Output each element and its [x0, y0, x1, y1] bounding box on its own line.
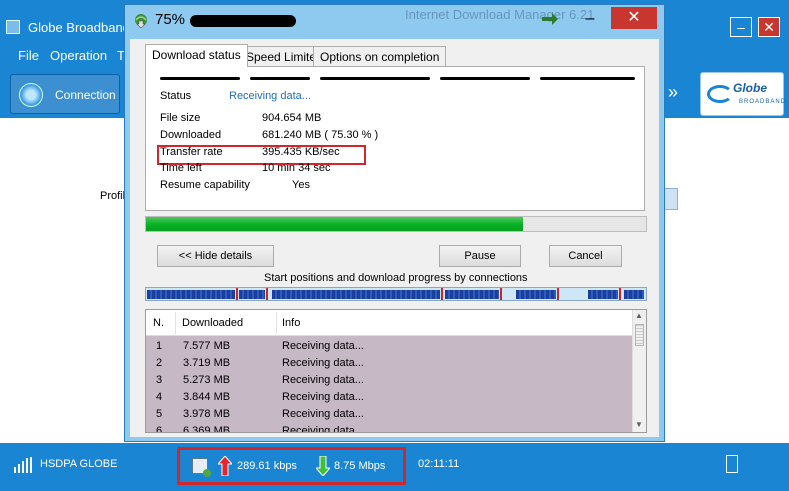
- hide-details-button[interactable]: << Hide details: [157, 245, 274, 267]
- row-number: 2: [156, 357, 163, 369]
- row-downloaded: 3.844 MB: [183, 391, 231, 403]
- downloaded-value: 681.240 MB ( 75.30 % ): [262, 129, 379, 141]
- row-number: 3: [156, 374, 163, 386]
- row-downloaded: 5.273 MB: [183, 374, 231, 386]
- col-header-downloaded[interactable]: Downloaded: [182, 317, 243, 329]
- redacted-url: [160, 74, 635, 83]
- row-info: Receiving data...: [282, 357, 364, 369]
- time-left-label: Time left: [160, 162, 202, 174]
- row-info: Receiving data...: [282, 374, 364, 386]
- menu-file[interactable]: File: [18, 48, 39, 63]
- row-info: Receiving data...: [282, 340, 364, 352]
- chevron-right-icon[interactable]: »: [668, 82, 678, 103]
- col-header-info[interactable]: Info: [282, 317, 300, 329]
- idm-close-button[interactable]: ✕: [611, 7, 657, 29]
- statusbar-button[interactable]: [726, 455, 738, 473]
- download-status-panel: Status Receiving data... File size 904.6…: [145, 66, 645, 211]
- idm-client-area: Download status Speed Limiter Options on…: [130, 39, 659, 437]
- globe-logo-sub: BROADBAND: [739, 99, 787, 105]
- status-label: Status: [160, 90, 192, 102]
- globe-statusbar: HSDPA GLOBE 289.61 kbps 8.75 Mbps 02:11:…: [0, 443, 789, 491]
- connection-button[interactable]: Connection: [10, 74, 120, 114]
- table-row[interactable]: 3 5.273 MB Receiving data...: [146, 372, 632, 389]
- network-name: HSDPA GLOBE: [40, 458, 118, 470]
- status-value: Receiving data...: [229, 90, 311, 102]
- tab-download-status[interactable]: Download status: [145, 44, 248, 67]
- connections-table-body: 1 7.577 MB Receiving data... 2 3.719 MB …: [146, 336, 632, 433]
- connection-icon: [19, 83, 43, 107]
- connections-progress-bar: [145, 287, 647, 301]
- row-downloaded: 3.978 MB: [183, 408, 231, 420]
- traffic-highlight-box: 289.61 kbps 8.75 Mbps: [177, 447, 406, 485]
- table-row[interactable]: 5 3.978 MB Receiving data...: [146, 406, 632, 423]
- globe-minimize-button[interactable]: –: [730, 17, 752, 37]
- row-number: 4: [156, 391, 163, 403]
- row-info: Receiving data...: [282, 425, 364, 433]
- idm-titlebar: 75% Internet Download Manager 6.21 – ✕: [125, 5, 664, 35]
- connection-label: Connection: [55, 88, 116, 102]
- row-number: 6: [156, 425, 163, 433]
- file-size-value: 904.654 MB: [262, 112, 322, 124]
- row-downloaded: 7.577 MB: [183, 340, 231, 352]
- resume-capability-value: Yes: [292, 179, 310, 191]
- idm-window-title: Internet Download Manager 6.21: [405, 7, 595, 22]
- idm-download-dialog: 75% Internet Download Manager 6.21 – ✕ D…: [124, 4, 665, 442]
- connections-caption: Start positions and download progress by…: [264, 272, 528, 284]
- modem-device-icon: [192, 458, 211, 477]
- cancel-button[interactable]: Cancel: [549, 245, 622, 267]
- scroll-up-icon[interactable]: ▲: [635, 311, 643, 320]
- time-left-value: 10 min 34 sec: [262, 162, 331, 174]
- globe-app-title: Globe Broadband: [28, 20, 130, 35]
- row-downloaded: 3.719 MB: [183, 357, 231, 369]
- red-up-arrow-icon: [218, 456, 232, 476]
- upload-speed: 289.61 kbps: [237, 460, 297, 472]
- idm-globe-icon: [135, 14, 147, 28]
- connections-table: N. Downloaded Info 1 7.577 MB Receiving …: [145, 309, 647, 433]
- restore-arrow-icon[interactable]: [540, 10, 560, 28]
- redacted-filename: [190, 15, 296, 27]
- tab-options-on-completion[interactable]: Options on completion: [313, 46, 447, 66]
- row-info: Receiving data...: [282, 391, 364, 403]
- table-row[interactable]: 1 7.577 MB Receiving data...: [146, 338, 632, 355]
- download-speed: 8.75 Mbps: [334, 460, 386, 472]
- download-progress-bar: [145, 216, 647, 232]
- globe-logo-word: Globe: [733, 81, 768, 95]
- resume-capability-label: Resume capability: [160, 179, 250, 191]
- idm-title-percent: 75%: [155, 11, 186, 28]
- idm-minimize-button[interactable]: –: [575, 8, 605, 30]
- table-row[interactable]: 6 6.369 MB Receiving data...: [146, 423, 632, 433]
- row-info: Receiving data...: [282, 408, 364, 420]
- globe-close-button[interactable]: ✕: [758, 17, 780, 37]
- globe-broadband-logo: Globe BROADBAND: [700, 72, 787, 116]
- col-header-n[interactable]: N.: [153, 317, 164, 329]
- file-size-label: File size: [160, 112, 201, 124]
- green-down-arrow-icon: [316, 456, 330, 476]
- pause-button[interactable]: Pause: [439, 245, 521, 267]
- row-downloaded: 6.369 MB: [183, 425, 231, 433]
- row-number: 5: [156, 408, 163, 420]
- connection-time: 02:11:11: [418, 458, 460, 470]
- menu-operation[interactable]: Operation: [50, 48, 107, 63]
- connections-scrollbar[interactable]: ▲ ▼: [632, 310, 646, 432]
- scroll-thumb[interactable]: [635, 324, 644, 346]
- table-row[interactable]: 2 3.719 MB Receiving data...: [146, 355, 632, 372]
- globe-app-icon: [6, 20, 20, 34]
- signal-bars-icon: [14, 457, 34, 473]
- row-number: 1: [156, 340, 163, 352]
- download-progress-fill: [146, 217, 523, 231]
- globe-swoosh-icon: [707, 85, 733, 103]
- downloaded-label: Downloaded: [160, 129, 222, 141]
- table-row[interactable]: 4 3.844 MB Receiving data...: [146, 389, 632, 406]
- connections-table-header: N. Downloaded Info: [146, 310, 632, 336]
- scroll-down-icon[interactable]: ▼: [635, 420, 643, 429]
